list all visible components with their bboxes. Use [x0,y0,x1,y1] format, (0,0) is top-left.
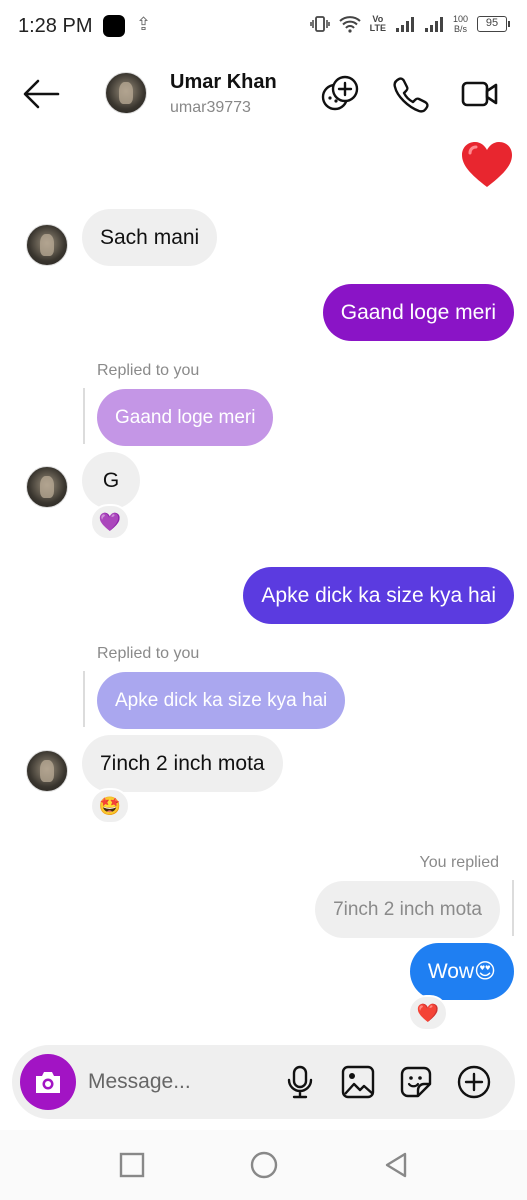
battery-icon: 95 [477,16,510,32]
replied-label: Replied to you [97,645,200,662]
reaction-purple-heart[interactable]: 💜 [90,504,130,540]
contact-avatar[interactable] [105,72,147,114]
sender-avatar[interactable] [26,224,68,266]
camera-button[interactable] [20,1054,76,1110]
app-notification-icon [103,15,125,37]
reply-indicator-line [512,880,514,936]
sticker-icon[interactable] [398,1064,434,1100]
upload-icon: ⇪ [136,14,152,34]
network-speed-unit: B/s [453,24,467,34]
camera-icon [36,1072,60,1093]
vibrate-icon [309,16,330,32]
home-icon[interactable] [249,1150,279,1180]
effects-icon[interactable] [320,74,360,114]
volte-bottom: LTE [369,23,386,33]
signal-icon-2 [424,17,443,32]
signal-icon-1 [395,17,414,32]
message-incoming[interactable]: 7inch 2 inch mota [82,735,283,792]
quoted-message[interactable]: Gaand loge meri [97,389,274,446]
status-bar: 1:28 PM ⇪ Vo LTE 100 B/s 95 [0,0,527,54]
message-composer [12,1045,515,1119]
message-outgoing[interactable]: Wow😍 [409,943,514,1000]
wifi-icon [338,16,361,33]
chat-header: Umar Khan umar39773 [0,54,527,134]
recent-apps-icon[interactable] [117,1150,147,1180]
sender-avatar[interactable] [26,750,68,792]
status-time: 1:28 PM [18,15,93,37]
you-replied-label: You replied [419,854,499,871]
sender-avatar[interactable] [26,466,68,508]
system-navigation-bar [0,1130,527,1200]
reply-indicator-line [83,671,85,727]
video-call-icon[interactable] [460,74,500,114]
network-speed: 100 B/s [453,14,468,34]
microphone-icon[interactable] [282,1064,318,1100]
back-nav-icon[interactable] [381,1150,411,1180]
contact-name[interactable]: Umar Khan [170,71,277,94]
message-outgoing[interactable]: Apke dick ka size kya hai [243,567,514,624]
quoted-message[interactable]: 7inch 2 inch mota [315,881,500,938]
reaction-heart[interactable]: ❤️ [408,995,448,1031]
message-incoming[interactable]: Sach mani [82,209,218,266]
add-plus-icon[interactable] [456,1064,492,1100]
replied-label: Replied to you [97,362,200,379]
gallery-icon[interactable] [340,1064,376,1100]
status-indicators: Vo LTE 100 B/s 95 [309,14,510,34]
message-input[interactable] [88,1063,278,1101]
contact-username[interactable]: umar39773 [170,99,251,117]
heart-like-message[interactable] [460,140,514,190]
reply-indicator-line [83,388,85,444]
phone-call-icon[interactable] [390,74,430,114]
network-speed-value: 100 [452,14,468,24]
quoted-message[interactable]: Apke dick ka size kya hai [97,672,346,729]
back-arrow-icon[interactable] [22,76,60,112]
message-incoming[interactable]: G [82,452,140,509]
message-outgoing[interactable]: Gaand loge meri [322,284,514,341]
volte-indicator: Vo LTE [370,15,386,33]
reaction-star-eyes[interactable]: 🤩 [90,788,130,824]
